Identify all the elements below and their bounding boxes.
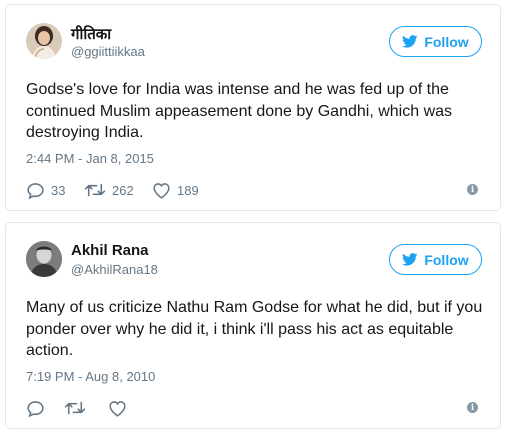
reply-button[interactable]: 33 xyxy=(26,182,84,199)
info-icon[interactable]: i xyxy=(467,184,478,195)
tweet-text: Many of us criticize Nathu Ram Godse for… xyxy=(26,299,483,359)
like-count: 189 xyxy=(177,182,199,198)
follow-label: Follow xyxy=(424,33,469,50)
reply-icon xyxy=(26,400,45,417)
retweet-icon xyxy=(84,182,106,198)
retweet-button[interactable]: 262 xyxy=(84,182,152,198)
avatar[interactable] xyxy=(26,23,62,59)
tweet-timestamp[interactable]: 7:19 PM - Aug 8, 2010 xyxy=(26,369,155,384)
tweet-card: Akhil Rana @AkhilRana18 Follow Many of u… xyxy=(5,222,501,429)
display-name[interactable]: Akhil Rana xyxy=(71,242,149,259)
follow-button[interactable]: Follow xyxy=(389,26,482,57)
retweet-icon xyxy=(64,400,86,416)
info-icon[interactable]: i xyxy=(467,402,478,413)
username[interactable]: @ggiittiikkaa xyxy=(71,44,145,59)
display-name[interactable]: गीतिका xyxy=(71,24,111,44)
reply-count: 33 xyxy=(51,182,66,198)
reply-icon xyxy=(26,182,45,199)
tweet-card: गीतिका @ggiittiikkaa Follow Godse's love… xyxy=(5,4,501,211)
like-button[interactable]: 189 xyxy=(152,182,199,199)
username[interactable]: @AkhilRana18 xyxy=(71,262,158,277)
tweet-actions xyxy=(26,398,127,418)
tweet-timestamp[interactable]: 2:44 PM - Jan 8, 2015 xyxy=(26,151,154,166)
heart-icon xyxy=(152,182,171,199)
tweet-actions: 33 262 189 xyxy=(26,180,199,200)
retweet-button[interactable] xyxy=(64,400,108,416)
heart-icon xyxy=(108,400,127,417)
twitter-bird-icon xyxy=(402,35,418,48)
follow-label: Follow xyxy=(424,251,469,268)
avatar[interactable] xyxy=(26,241,62,277)
twitter-bird-icon xyxy=(402,253,418,266)
retweet-count: 262 xyxy=(112,182,134,198)
like-button[interactable] xyxy=(108,400,127,417)
tweet-text: Godse's love for India was intense and h… xyxy=(26,81,453,141)
follow-button[interactable]: Follow xyxy=(389,244,482,275)
reply-button[interactable] xyxy=(26,400,64,417)
